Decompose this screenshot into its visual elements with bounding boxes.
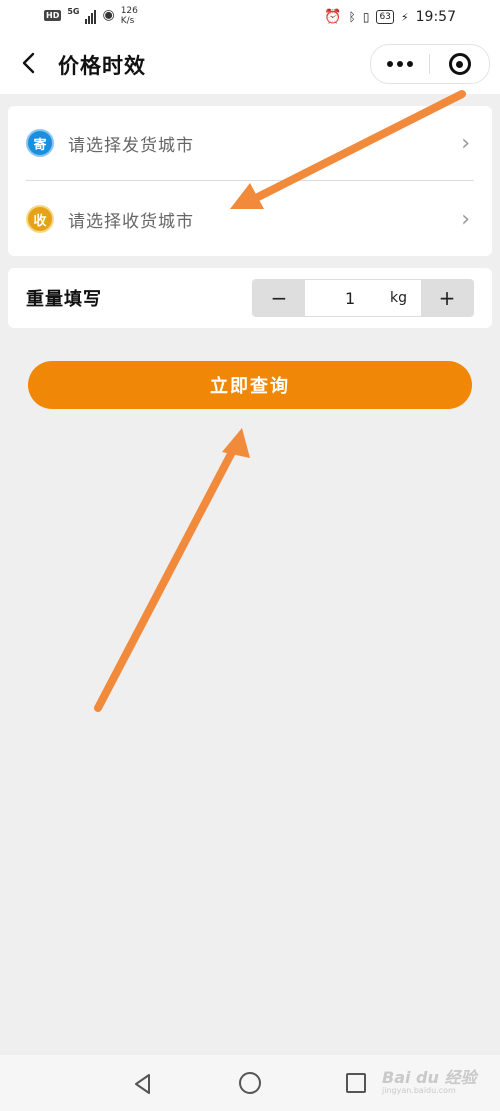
more-dots-icon[interactable] bbox=[371, 45, 429, 83]
receive-badge: 收 bbox=[26, 205, 54, 233]
query-button[interactable]: 立即查询 bbox=[28, 361, 472, 409]
weight-stepper: − 1 kg + bbox=[252, 279, 474, 317]
charging-icon: ⚡ bbox=[400, 10, 409, 24]
chevron-left-icon[interactable] bbox=[14, 48, 44, 78]
bluetooth-icon: ᛒ bbox=[348, 10, 356, 24]
weight-card: 重量填写 − 1 kg + bbox=[8, 268, 492, 328]
hotspot-icon: ◉ bbox=[102, 7, 115, 23]
decrement-button[interactable]: − bbox=[253, 280, 305, 316]
status-left: HD 5G ◉ 126 K/s bbox=[44, 6, 138, 26]
target-circle-icon[interactable] bbox=[430, 53, 489, 75]
net-speed: 126 K/s bbox=[121, 6, 138, 26]
net-speed-value: 126 bbox=[120, 6, 138, 16]
weight-value: 1 bbox=[345, 288, 356, 308]
hd-badge: HD bbox=[44, 10, 62, 21]
increment-button[interactable]: + bbox=[421, 280, 473, 316]
send-city-placeholder: 请选择发货城市 bbox=[68, 135, 194, 156]
weight-unit: kg bbox=[390, 290, 407, 306]
receive-city-row[interactable]: 收 请选择收货城市 › bbox=[8, 182, 492, 256]
nav-recent-icon[interactable] bbox=[346, 1073, 366, 1093]
send-city-row[interactable]: 寄 请选择发货城市 › bbox=[8, 106, 492, 180]
watermark: Bai du 经验 jingyan.baidu.com bbox=[382, 1064, 476, 1095]
nav-back-icon[interactable] bbox=[132, 1073, 154, 1095]
signal-label: 5G bbox=[67, 7, 80, 16]
vibrate-icon: ▯ bbox=[362, 10, 370, 24]
status-bar: HD 5G ◉ 126 K/s ⏰ ᛒ ▯ 63 ⚡ 19:57 bbox=[0, 0, 500, 36]
alarm-icon: ⏰ bbox=[324, 9, 342, 25]
watermark-sub: jingyan.baidu.com bbox=[382, 1086, 456, 1095]
chevron-right-icon: › bbox=[461, 130, 470, 156]
battery-indicator: 63 bbox=[376, 10, 394, 24]
divider bbox=[26, 180, 474, 181]
receive-city-placeholder: 请选择收货城市 bbox=[68, 211, 194, 232]
arrow-to-query-button bbox=[94, 428, 250, 712]
signal-icon bbox=[85, 8, 97, 24]
chevron-right-icon: › bbox=[461, 206, 470, 232]
miniprogram-capsule bbox=[370, 44, 490, 84]
weight-label: 重量填写 bbox=[26, 289, 102, 310]
net-speed-unit: K/s bbox=[120, 16, 135, 26]
watermark-text: Bai du 经验 bbox=[382, 1068, 477, 1087]
status-right: ⏰ ᛒ ▯ 63 ⚡ 19:57 bbox=[324, 9, 456, 25]
weight-input[interactable]: 1 kg bbox=[305, 280, 421, 316]
clock: 19:57 bbox=[415, 9, 456, 25]
page-title: 价格时效 bbox=[58, 54, 146, 78]
nav-home-icon[interactable] bbox=[239, 1072, 261, 1094]
send-badge: 寄 bbox=[26, 129, 54, 157]
city-select-card: 寄 请选择发货城市 › 收 请选择收货城市 › bbox=[8, 106, 492, 256]
nav-bar: 价格时效 bbox=[0, 36, 500, 94]
